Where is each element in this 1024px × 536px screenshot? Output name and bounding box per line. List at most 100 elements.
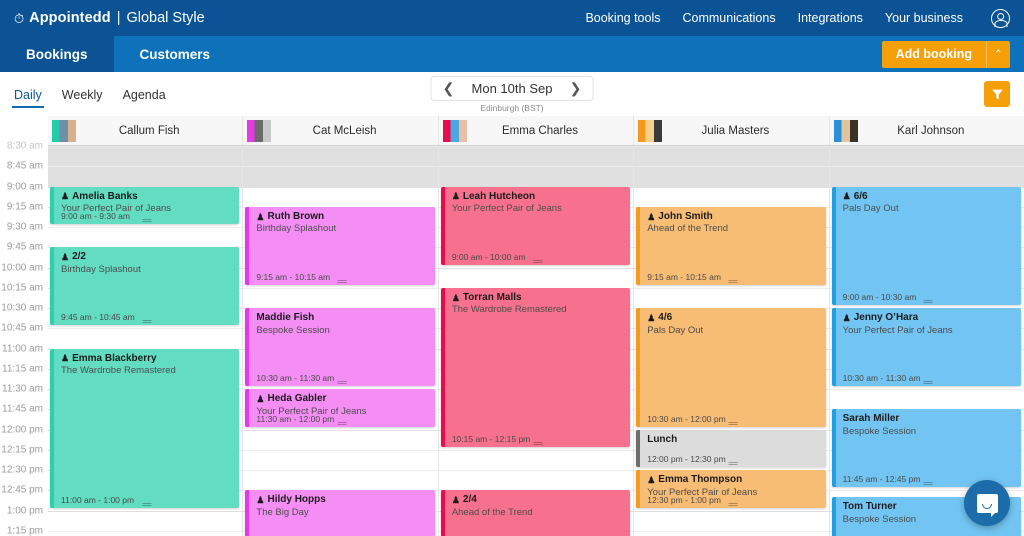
add-booking-button[interactable]: Add booking	[882, 41, 986, 68]
appointment-block[interactable]: ♟Hildy HoppsThe Big Day	[245, 490, 434, 536]
person-icon: ♟	[452, 294, 460, 303]
staff-name-label: Cat McLeish	[271, 125, 417, 137]
appointment-block[interactable]: ♟Ruth BrownBirthday Splashout9:15 am - 1…	[245, 207, 434, 285]
resize-handle[interactable]	[142, 319, 151, 323]
staff-header-karl-johnson[interactable]: Karl Johnson	[830, 116, 1024, 145]
staff-column[interactable]: ♟Amelia BanksYour Perfect Pair of Jeans9…	[48, 116, 243, 536]
appointment-block[interactable]: ♟2/4Ahead of the Trend	[441, 490, 630, 536]
person-icon: ♟	[256, 395, 264, 404]
appointment-block[interactable]: ♟Heda GablerYour Perfect Pair of Jeans11…	[245, 389, 434, 427]
resize-handle[interactable]	[924, 380, 933, 384]
appointment-block[interactable]: Maddie FishBespoke Session 10:30 am - 11:…	[245, 308, 434, 386]
tab-bookings[interactable]: Bookings	[0, 36, 114, 72]
resize-handle[interactable]	[142, 502, 151, 506]
appointment-service-name: Bespoke Session	[256, 325, 429, 338]
appointment-block[interactable]: Lunch12:00 pm - 12:30 pm	[636, 430, 825, 468]
resize-handle[interactable]	[338, 421, 347, 425]
user-avatar-icon[interactable]	[991, 9, 1010, 28]
appointment-time-range: 9:45 am - 10:45 am	[61, 312, 135, 322]
staff-column[interactable]: ♟6/6Pals Day Out9:00 am - 10:30 am♟Jenny…	[830, 116, 1024, 536]
appointment-time-range: 10:15 am - 12:15 pm	[452, 434, 530, 444]
appointment-time-range: 10:30 am - 11:30 am	[843, 373, 921, 383]
nav-integrations[interactable]: Integrations	[798, 11, 863, 25]
chevron-up-icon[interactable]: ⌃	[986, 41, 1010, 68]
appointment-block[interactable]: ♟Emma BlackberryThe Wardrobe Remastered1…	[50, 349, 239, 508]
grid-line	[48, 166, 242, 167]
appointment-block[interactable]: ♟4/6Pals Day Out10:30 am - 12:00 pm	[636, 308, 825, 427]
staff-column[interactable]: ♟John SmithAhead of the Trend9:15 am - 1…	[634, 116, 829, 536]
appointment-block[interactable]: ♟John SmithAhead of the Trend9:15 am - 1…	[636, 207, 825, 285]
chat-smile-shape	[982, 504, 992, 509]
appointment-block[interactable]: ♟6/6Pals Day Out9:00 am - 10:30 am	[832, 187, 1021, 306]
person-icon: ♟	[256, 213, 264, 222]
appointment-customer-name: Heda Gabler	[267, 393, 326, 406]
current-date-label[interactable]: Mon 10th Sep	[464, 81, 561, 96]
tab-customers[interactable]: Customers	[114, 36, 237, 72]
appointment-customer-name: Jenny O’Hara	[854, 312, 918, 325]
appointment-block[interactable]: ♟Torran MallsThe Wardrobe Remastered10:1…	[441, 288, 630, 447]
appointment-block[interactable]: ♟2/2Birthday Splashout 9:45 am - 10:45 am	[50, 247, 239, 325]
time-label: 11:15 am	[2, 363, 43, 374]
resize-handle[interactable]	[728, 502, 737, 506]
resize-handle[interactable]	[728, 279, 737, 283]
resize-handle[interactable]	[338, 380, 347, 384]
person-icon: ♟	[61, 354, 69, 363]
resize-handle[interactable]	[924, 299, 933, 303]
resize-handle[interactable]	[924, 481, 933, 485]
resize-handle[interactable]	[728, 461, 737, 465]
staff-avatar-icon	[638, 120, 662, 142]
person-icon: ♟	[256, 496, 264, 505]
time-label: 12:00 pm	[1, 424, 43, 435]
resize-handle[interactable]	[533, 441, 542, 445]
appointment-customer-name: Hildy Hopps	[267, 494, 325, 507]
appointment-block[interactable]: ♟Emma ThompsonYour Perfect Pair of Jeans…	[636, 470, 825, 508]
appointment-time-range: 9:15 am - 10:15 am	[647, 272, 721, 282]
appointment-service-name: Birthday Splashout	[61, 264, 234, 277]
chevron-left-icon[interactable]: ❮	[434, 80, 464, 97]
appointment-block[interactable]: ♟Jenny O’HaraYour Perfect Pair of Jeans1…	[832, 308, 1021, 386]
resize-handle[interactable]	[142, 218, 151, 222]
staff-column[interactable]: ♟Ruth BrownBirthday Splashout9:15 am - 1…	[243, 116, 438, 536]
view-tab-daily[interactable]: Daily	[14, 72, 42, 116]
calendar-grid[interactable]: Callum Fish Cat McLeish Emma Charles Julia …	[48, 116, 1024, 536]
person-icon: ♟	[61, 253, 69, 262]
staff-header-emma-charles[interactable]: Emma Charles	[439, 116, 634, 145]
appointment-title: ♟Emma Thompson	[647, 474, 820, 487]
nav-your-business[interactable]: Your business	[885, 11, 963, 25]
brand-separator: |	[117, 10, 121, 26]
resize-handle[interactable]	[533, 259, 542, 263]
view-tab-weekly[interactable]: Weekly	[62, 72, 103, 116]
filter-button[interactable]	[984, 81, 1010, 107]
time-label: 11:00 am	[2, 343, 43, 354]
time-label: 11:30 am	[2, 384, 43, 395]
staff-column[interactable]: ♟Leah HutcheonYour Perfect Pair of Jeans…	[439, 116, 634, 536]
appointment-customer-name: 2/2	[72, 251, 86, 264]
grid-line	[634, 166, 828, 167]
staff-header-row: Callum Fish Cat McLeish Emma Charles Julia …	[48, 116, 1024, 146]
staff-header-julia-masters[interactable]: Julia Masters	[634, 116, 829, 145]
brand-logo-group[interactable]: ⏱ Appointedd | Global Style	[14, 10, 205, 26]
staff-name-label: Emma Charles	[467, 125, 613, 137]
appointment-time-range: 10:30 am - 11:30 am	[256, 373, 334, 383]
workspace-name: Global Style	[126, 10, 204, 26]
grid-line	[243, 187, 437, 188]
appointment-block[interactable]: Sarah MillerBespoke Session11:45 am - 12…	[832, 409, 1021, 487]
appointment-block[interactable]: ♟Amelia BanksYour Perfect Pair of Jeans9…	[50, 187, 239, 225]
view-tab-agenda[interactable]: Agenda	[123, 72, 166, 116]
staff-header-cat-mcleish[interactable]: Cat McLeish	[243, 116, 438, 145]
appointment-time-range: 12:00 pm - 12:30 pm	[647, 454, 725, 464]
staff-header-callum-fish[interactable]: Callum Fish	[48, 116, 243, 145]
resize-handle[interactable]	[338, 279, 347, 283]
staff-avatar-icon	[247, 120, 271, 142]
nav-booking-tools[interactable]: Booking tools	[585, 11, 660, 25]
time-label: 11:45 am	[2, 404, 43, 415]
chat-widget-button[interactable]	[964, 480, 1010, 526]
appointment-block[interactable]: ♟Leah HutcheonYour Perfect Pair of Jeans…	[441, 187, 630, 265]
appointment-service-name: Bespoke Session	[843, 426, 1016, 439]
appointment-title: Maddie Fish	[256, 312, 429, 325]
person-icon: ♟	[647, 213, 655, 222]
resize-handle[interactable]	[728, 421, 737, 425]
chevron-right-icon[interactable]: ❯	[560, 80, 590, 97]
nav-communications[interactable]: Communications	[683, 11, 776, 25]
grid-line	[243, 146, 437, 147]
